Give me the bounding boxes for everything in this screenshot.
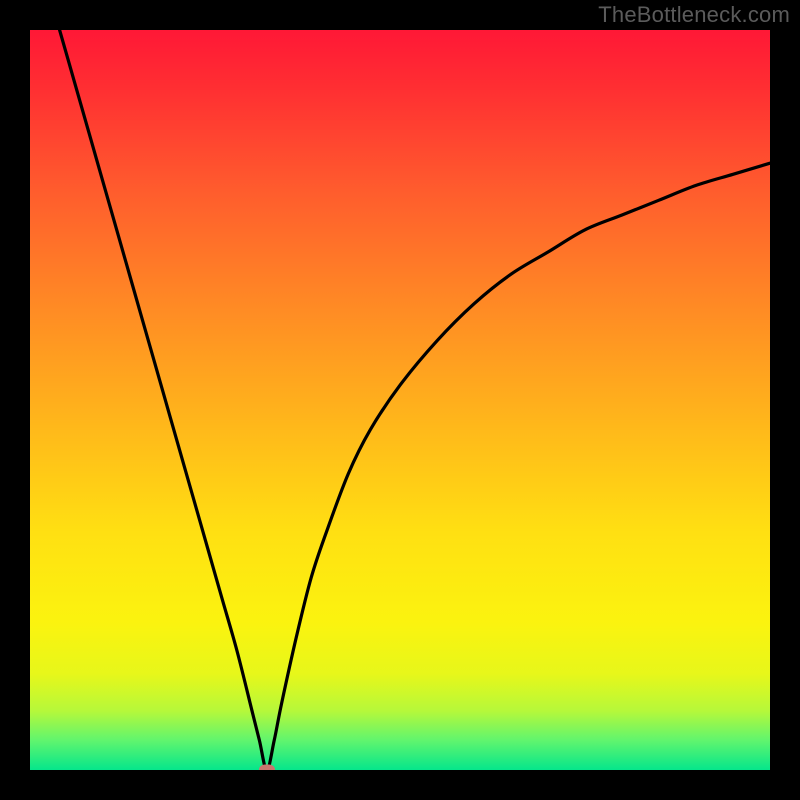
- watermark-text: TheBottleneck.com: [598, 2, 790, 28]
- minimum-marker: [259, 765, 275, 771]
- curve-layer: [30, 30, 770, 770]
- chart-frame: TheBottleneck.com: [0, 0, 800, 800]
- plot-area: [30, 30, 770, 770]
- bottleneck-curve: [60, 30, 770, 770]
